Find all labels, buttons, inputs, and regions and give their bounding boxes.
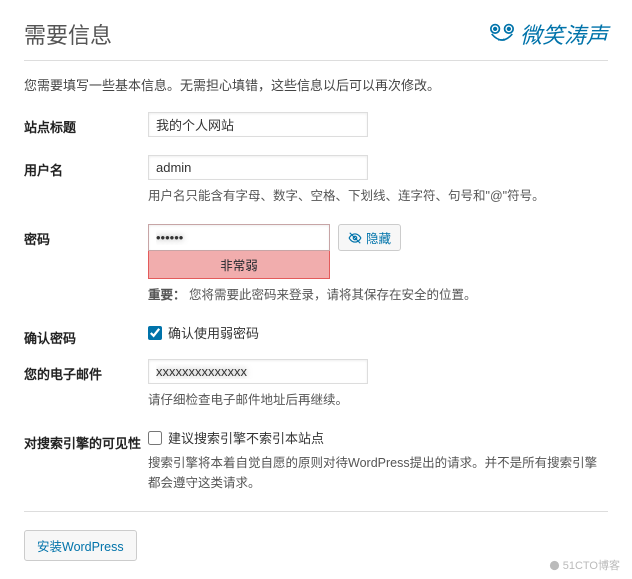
email-label: 您的电子邮件 (24, 359, 148, 383)
username-hint: 用户名只能含有字母、数字、空格、下划线、连字符、句号和"@"符号。 (148, 186, 608, 206)
seo-hint: 搜索引擎将本着自觉自愿的原则对待WordPress提出的请求。并不是所有搜索引擎… (148, 453, 608, 493)
email-input[interactable] (148, 359, 368, 384)
seo-noindex-row[interactable]: 建议搜索引擎不索引本站点 (148, 428, 608, 447)
install-wordpress-button[interactable]: 安装WordPress (24, 530, 137, 561)
eye-slash-icon (348, 231, 362, 245)
site-title-label: 站点标题 (24, 112, 148, 136)
confirm-weak-row[interactable]: 确认使用弱密码 (148, 323, 608, 342)
brand-logo: code 微笑涛声 (488, 18, 608, 50)
intro-text: 您需要填写一些基本信息。无需担心填错，这些信息以后可以再次修改。 (24, 75, 608, 94)
page-title: 需要信息 (24, 18, 112, 50)
svg-text:code: code (498, 37, 506, 42)
seo-noindex-checkbox[interactable] (148, 431, 162, 445)
email-hint: 请仔细检查电子邮件地址后再继续。 (148, 390, 608, 410)
password-label: 密码 (24, 224, 148, 248)
hide-button-label: 隐藏 (366, 228, 391, 247)
hide-password-button[interactable]: 隐藏 (338, 224, 401, 251)
confirm-password-label: 确认密码 (24, 323, 148, 347)
monkey-icon: code (488, 22, 516, 46)
username-input[interactable] (148, 155, 368, 180)
password-input[interactable] (148, 224, 330, 251)
username-label: 用户名 (24, 155, 148, 179)
brand-text: 微笑涛声 (520, 18, 608, 50)
confirm-weak-label: 确认使用弱密码 (168, 323, 259, 342)
password-hint: 重要： 您将需要此密码来登录，请将其保存在安全的位置。 (148, 285, 608, 305)
watermark: 51CTO博客 (549, 557, 620, 573)
confirm-weak-checkbox[interactable] (148, 326, 162, 340)
site-title-input[interactable] (148, 112, 368, 137)
seo-visibility-label: 对搜索引擎的可见性 (24, 428, 148, 452)
watermark-icon (549, 560, 560, 571)
password-strength-meter: 非常弱 (148, 251, 330, 279)
seo-noindex-label: 建议搜索引擎不索引本站点 (168, 428, 324, 447)
